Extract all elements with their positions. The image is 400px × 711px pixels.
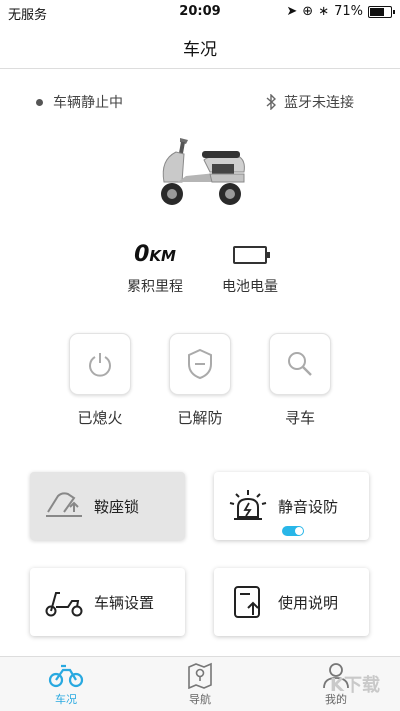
scooter-outline-icon bbox=[45, 592, 83, 617]
scooter-image bbox=[150, 130, 250, 212]
vehicle-settings-icon-wrap bbox=[44, 585, 84, 619]
find-car-box[interactable] bbox=[269, 333, 331, 395]
status-bar: 无服务 20:09 ➤ ⊕ ∗ 71% bbox=[0, 0, 400, 24]
alarm-siren-icon bbox=[229, 490, 267, 520]
find-car-button[interactable]: 寻车 bbox=[268, 333, 332, 428]
seat-lock-button[interactable]: 鞍座锁 bbox=[30, 472, 185, 540]
silent-arm-toggle[interactable] bbox=[282, 526, 304, 536]
seat-lock-icon-wrap bbox=[44, 489, 84, 523]
location-arrow-icon: ➤ bbox=[286, 4, 298, 19]
find-car-label: 寻车 bbox=[284, 409, 315, 427]
engine-status-button[interactable]: 已熄火 bbox=[68, 333, 132, 428]
power-icon bbox=[89, 353, 111, 377]
tab-navigation-label: 导航 bbox=[189, 693, 211, 706]
motion-status: 车辆静止中 bbox=[36, 92, 123, 112]
battery-icon bbox=[368, 5, 395, 18]
vehicle-settings-label: 车辆设置 bbox=[94, 593, 155, 612]
battery-stat: 电池电量 bbox=[190, 242, 310, 296]
shield-icon bbox=[188, 348, 212, 380]
status-icons: ➤ ⊕ ∗ 71% bbox=[286, 4, 395, 19]
tab-bar: 车况 导航 我的 K下载 bbox=[0, 656, 400, 711]
mileage-value: 0 bbox=[134, 242, 150, 267]
bluetooth-status[interactable]: 蓝牙未连接 bbox=[266, 92, 354, 112]
guard-status-box[interactable] bbox=[169, 333, 231, 395]
document-upload-icon bbox=[234, 586, 260, 618]
guard-status-button[interactable]: 已解防 bbox=[168, 333, 232, 428]
battery-value-wrap bbox=[190, 242, 310, 272]
silent-arm-button[interactable]: 静音设防 bbox=[214, 472, 369, 540]
battery-level-icon bbox=[233, 246, 270, 264]
vehicle-status-row: 车辆静止中 蓝牙未连接 bbox=[0, 90, 400, 114]
battery-label: 电池电量 bbox=[222, 279, 278, 295]
bluetooth-icon bbox=[266, 94, 276, 110]
tab-vehicle-status-label: 车况 bbox=[55, 693, 77, 706]
bluetooth-status-icon: ∗ bbox=[318, 4, 330, 19]
guard-status-label: 已解防 bbox=[177, 409, 223, 427]
manual-button[interactable]: 使用说明 bbox=[214, 568, 369, 636]
status-dot-icon bbox=[36, 98, 43, 106]
page-title: 车况 bbox=[183, 40, 217, 60]
vehicle-settings-button[interactable]: 车辆设置 bbox=[30, 568, 185, 636]
silent-arm-icon-wrap bbox=[228, 489, 268, 523]
manual-label: 使用说明 bbox=[278, 593, 339, 612]
manual-icon-wrap bbox=[228, 585, 268, 619]
engine-status-box[interactable] bbox=[69, 333, 131, 395]
motion-status-label: 车辆静止中 bbox=[53, 95, 123, 111]
mileage-unit: KM bbox=[149, 247, 176, 265]
nav-bar: 车况 bbox=[0, 24, 400, 69]
motorcycle-icon bbox=[48, 664, 84, 688]
map-pin-icon bbox=[188, 662, 212, 689]
watermark: K下载 bbox=[330, 675, 380, 696]
bluetooth-status-label: 蓝牙未连接 bbox=[284, 95, 354, 111]
seat-lock-icon bbox=[46, 492, 82, 517]
silent-arm-label: 静音设防 bbox=[278, 497, 339, 516]
battery-percent: 71% bbox=[334, 4, 363, 19]
lock-rotation-icon: ⊕ bbox=[302, 4, 314, 19]
scooter-icon bbox=[161, 138, 245, 205]
seat-lock-label: 鞍座锁 bbox=[94, 497, 140, 516]
search-icon bbox=[288, 352, 312, 376]
engine-status-label: 已熄火 bbox=[77, 409, 123, 427]
tab-vehicle-status[interactable]: 车况 bbox=[26, 661, 106, 707]
tab-navigation[interactable]: 导航 bbox=[160, 661, 240, 707]
